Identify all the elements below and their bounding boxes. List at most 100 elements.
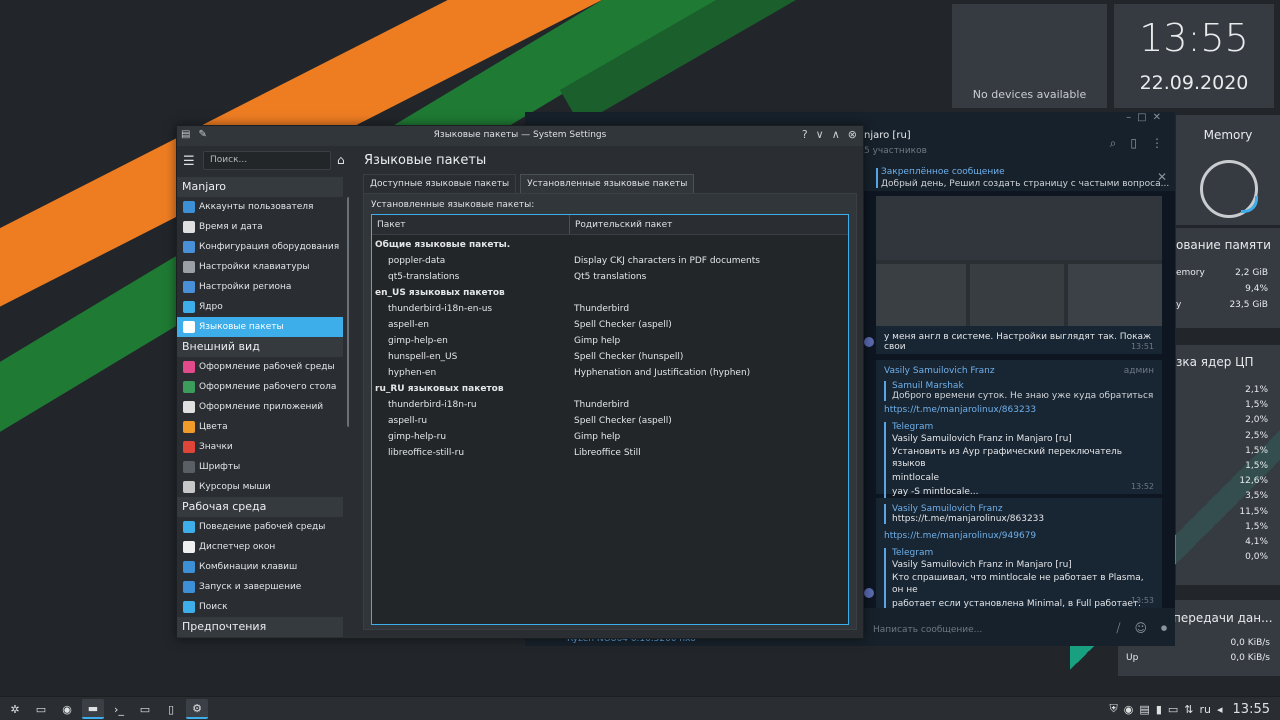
maximize-icon[interactable]: □: [1137, 112, 1152, 123]
maximize-icon[interactable]: ∧: [832, 128, 840, 141]
tab[interactable]: Доступные языковые пакеты: [363, 174, 517, 193]
tree-row[interactable]: thunderbird-i18n-en-us Thunderbird: [372, 301, 848, 317]
message-bubble[interactable]: у меня англ в системе. Настройки выглядя…: [876, 326, 1162, 354]
tree-rows: Общие языковые пакеты. poppler-data Displa…: [372, 235, 848, 461]
sidebar-item[interactable]: Шрифты: [177, 457, 343, 477]
keyboard-layout[interactable]: ru: [1200, 703, 1212, 716]
link-preview[interactable]: Telegram Vasily Samuilovich Franz in Man…: [884, 422, 1154, 498]
reply-quote[interactable]: Samuil Marshak Доброго времени суток. Не…: [884, 381, 1154, 401]
avatar[interactable]: [864, 588, 874, 598]
command-icon[interactable]: ⧸: [1116, 621, 1120, 636]
sidebar-item[interactable]: Ядро: [177, 297, 343, 317]
sidebar-item[interactable]: Оформление рабочего стола: [177, 377, 343, 397]
app-launcher-icon[interactable]: ✲: [4, 699, 26, 719]
sidebar-item[interactable]: Значки: [177, 437, 343, 457]
search-input[interactable]: Поиск...: [203, 151, 331, 170]
document-icon[interactable]: ▯: [160, 699, 182, 719]
sidebar-item[interactable]: Диспетчер окон: [177, 537, 343, 557]
shield-icon[interactable]: ⛨: [1110, 702, 1118, 716]
emoji-icon[interactable]: ☺: [1134, 621, 1147, 636]
search-icon[interactable]: ⌕: [1110, 136, 1117, 151]
hamburger-menu-icon[interactable]: ☰: [183, 154, 195, 169]
tree-row[interactable]: qt5-translations Qt5 translations: [372, 269, 848, 285]
desktop-pager-icon[interactable]: ▭: [30, 699, 52, 719]
sidebar-item[interactable]: Цвета: [177, 417, 343, 437]
battery-icon[interactable]: ▮: [1156, 703, 1162, 716]
more-icon[interactable]: ⋮: [1151, 136, 1163, 151]
tree-group-row[interactable]: Общие языковые пакеты.: [372, 237, 848, 253]
window-titlebar[interactable]: ▤ ✎ Языковые пакеты — System Settings ? …: [177, 126, 863, 146]
taskbar-clock[interactable]: 13:55: [1233, 702, 1270, 717]
console-icon[interactable]: ›_: [108, 699, 130, 719]
tree-row[interactable]: gimp-help-ru Gimp help: [372, 429, 848, 445]
link-preview[interactable]: Telegram Vasily Samuilovich Franz in Man…: [884, 548, 1154, 608]
devices-widget[interactable]: No devices available: [952, 4, 1107, 108]
close-icon[interactable]: ✕: [1153, 112, 1167, 123]
network-icon[interactable]: ⇅: [1184, 703, 1193, 716]
message-author[interactable]: Vasily Samuilovich Franz: [884, 366, 1154, 376]
sidebar-scrollbar[interactable]: [347, 197, 349, 427]
microphone-icon[interactable]: ⏺: [1161, 621, 1167, 636]
close-icon[interactable]: ⊗: [848, 128, 857, 141]
sidebar-item[interactable]: Языковые пакеты: [177, 317, 343, 337]
message-link[interactable]: https://t.me/manjarolinux/949679: [884, 531, 1154, 541]
cpu-load-widget[interactable]: зка ядер ЦП 2,1% 1,5% 2,0% 2,5% 1,5% 1,5% 12,6…: [1176, 345, 1280, 585]
sidebar-item[interactable]: Оформление рабочей среды: [177, 357, 343, 377]
tree-row[interactable]: hyphen-en Hyphenation and Justification (…: [372, 365, 848, 381]
tree-row[interactable]: gimp-help-en Gimp help: [372, 333, 848, 349]
update-icon[interactable]: ◉: [1124, 703, 1134, 716]
system-settings-window[interactable]: ▤ ✎ Языковые пакеты — System Settings ? …: [176, 125, 864, 639]
clipboard-icon[interactable]: ▤: [1139, 703, 1149, 716]
column-header-package[interactable]: Пакет: [372, 215, 570, 234]
display-icon[interactable]: ▭: [1168, 703, 1178, 716]
file-manager-icon[interactable]: ▭: [134, 699, 156, 719]
message-bubble[interactable]: Vasily Samuilovich Franz админ Samuil Ma…: [876, 360, 1162, 498]
clock-widget[interactable]: 13:55 22.09.2020: [1114, 4, 1274, 108]
tree-row[interactable]: hunspell-en_US Spell Checker (hunspell): [372, 349, 848, 365]
tree-row[interactable]: thunderbird-i18n-ru Thunderbird: [372, 397, 848, 413]
column-header-parent[interactable]: Родительский пакет: [570, 215, 672, 234]
browser-icon[interactable]: ◉: [56, 699, 78, 719]
message-list[interactable]: у меня англ в системе. Настройки выглядя…: [864, 192, 1175, 608]
pinned-message[interactable]: Закреплённое сообщение Добрый день, Реши…: [864, 164, 1175, 192]
minimize-icon[interactable]: –: [1126, 112, 1137, 123]
message-input[interactable]: Написать сообщение...: [873, 625, 982, 635]
message-bubble[interactable]: Vasily Samuilovich Franz https://t.me/ma…: [876, 498, 1162, 608]
sidebar-item[interactable]: Настройки региона: [177, 277, 343, 297]
sidebar-item[interactable]: Оформление приложений: [177, 397, 343, 417]
memory-widget[interactable]: Memory: [1176, 115, 1280, 225]
sidebar-item[interactable]: Поведение рабочей среды: [177, 517, 343, 537]
message-link[interactable]: https://t.me/manjarolinux/863233: [884, 405, 1154, 415]
telegram-titlebar[interactable]: –□✕: [525, 112, 1175, 126]
tree-row[interactable]: libreoffice-still-ru Libreoffice Still: [372, 445, 848, 461]
memory-usage-widget[interactable]: ование памяти emory 2,2 GiB 9,4% y 23,5 Gi…: [1176, 228, 1280, 328]
sidebar-toggle-icon[interactable]: ▯: [1130, 136, 1137, 151]
system-settings-task-icon[interactable]: ⚙: [186, 699, 208, 719]
package-tree[interactable]: Пакет Родительский пакет Общие языковые …: [371, 214, 849, 625]
tree-row[interactable]: aspell-en Spell Checker (aspell): [372, 317, 848, 333]
sidebar-item[interactable]: Настройки клавиатуры: [177, 257, 343, 277]
sidebar-item[interactable]: Курсоры мыши: [177, 477, 343, 497]
sidebar-item[interactable]: Аккаунты пользователя: [177, 197, 343, 217]
tree-group-row[interactable]: ru_RU языковых пакетов: [372, 381, 848, 397]
sidebar-item[interactable]: Запуск и завершение: [177, 577, 343, 597]
minimize-icon[interactable]: ∨: [816, 128, 824, 141]
avatar[interactable]: [864, 337, 874, 347]
sidebar-item[interactable]: Время и дата: [177, 217, 343, 237]
chat-name[interactable]: njaro [ru]: [864, 130, 911, 141]
help-icon[interactable]: ?: [802, 128, 808, 141]
terminal-task-icon[interactable]: ▬: [82, 699, 104, 719]
reply-quote[interactable]: Vasily Samuilovich Franz https://t.me/ma…: [884, 504, 1154, 524]
home-icon[interactable]: ⌂: [337, 153, 345, 167]
close-pinned-icon[interactable]: ✕: [1157, 170, 1167, 184]
tree-group-row[interactable]: en_US языковых пакетов: [372, 285, 848, 301]
tab[interactable]: Установленные языковые пакеты: [520, 174, 695, 193]
tree-row[interactable]: poppler-data Display CKJ characters in PD…: [372, 253, 848, 269]
tree-row[interactable]: aspell-ru Spell Checker (aspell): [372, 413, 848, 429]
sidebar-item[interactable]: Поиск: [177, 597, 343, 617]
screenshot-image[interactable]: [876, 196, 1162, 326]
sidebar-item[interactable]: Комбинации клавиш: [177, 557, 343, 577]
volume-icon[interactable]: ◂: [1217, 703, 1223, 716]
message-composer[interactable]: Написать сообщение... ⧸ ☺ ⏺: [864, 612, 1175, 646]
sidebar-item[interactable]: Конфигурация оборудования: [177, 237, 343, 257]
